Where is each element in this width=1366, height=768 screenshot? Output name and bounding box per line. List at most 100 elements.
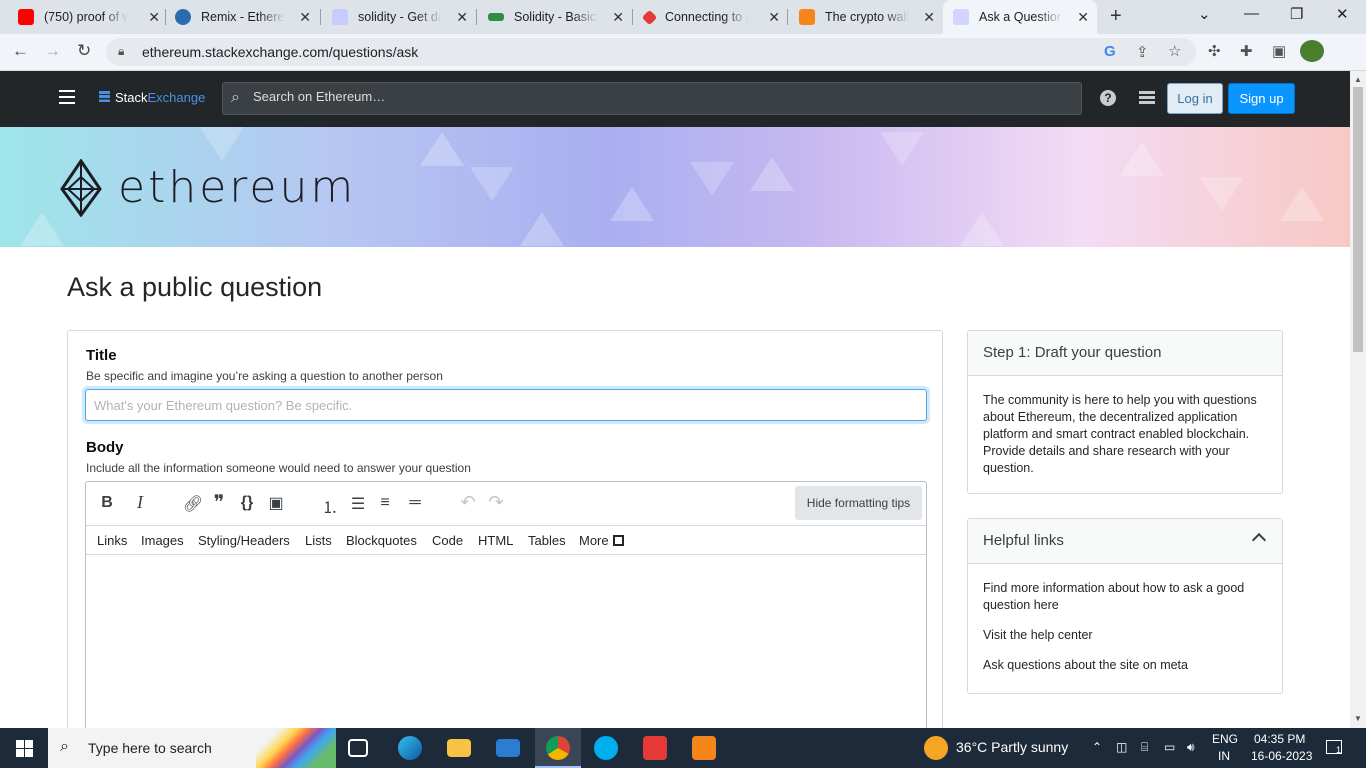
heading-icon[interactable]: ≡ [374, 494, 396, 512]
language-top[interactable]: ENG [1212, 732, 1238, 746]
site-search[interactable]: ⌕ [222, 82, 1082, 115]
anydesk-icon[interactable] [643, 736, 667, 760]
close-tab-icon[interactable]: ✕ [612, 9, 624, 26]
share-icon[interactable]: ⇪ [1136, 43, 1149, 61]
browser-tab-active[interactable]: Ask a Question - Ethereum ✕ [943, 0, 1097, 34]
address-bar[interactable]: 🔒︎ ethereum.stackexchange.com/questions/… [106, 38, 1196, 66]
mail-icon[interactable] [496, 739, 520, 757]
battery-icon[interactable]: ▭ [1164, 740, 1175, 754]
stackexchange-logo[interactable]: StackExchange [99, 90, 205, 105]
file-explorer-icon[interactable] [447, 739, 471, 757]
close-tab-icon[interactable]: ✕ [768, 9, 780, 26]
browser-tab[interactable]: Remix - Ethereum IDE ✕ [165, 0, 319, 34]
minimize-icon[interactable]: — [1244, 5, 1259, 22]
skype-icon[interactable] [594, 736, 618, 760]
browser-tab[interactable]: Connecting to a Blockchain ✕ [634, 0, 788, 34]
restore-icon[interactable]: ❐ [1290, 5, 1303, 23]
italic-icon[interactable]: I [129, 492, 151, 513]
tip-styling[interactable]: Styling/Headers [198, 533, 290, 548]
search-input[interactable] [253, 89, 1053, 104]
puzzle-icon[interactable]: ✚ [1240, 42, 1253, 60]
tip-more[interactable]: More [579, 533, 624, 548]
horizontal-rule-icon[interactable]: ═ [404, 494, 426, 512]
link-icon[interactable]: 🔗︎ [182, 494, 204, 514]
url-text[interactable]: ethereum.stackexchange.com/questions/ask [142, 44, 418, 60]
question-form: Title Be specific and imagine you’re ask… [67, 330, 943, 750]
blockquote-icon[interactable]: ❞ [208, 490, 230, 515]
chevron-up-icon[interactable] [1251, 532, 1267, 548]
clock-time[interactable]: 04:35 PM [1254, 732, 1305, 746]
tab-title: Remix - Ethereum IDE [201, 10, 285, 24]
profile-avatar[interactable] [1300, 40, 1324, 62]
tip-links[interactable]: Links [97, 533, 127, 548]
close-window-icon[interactable]: ✕ [1336, 5, 1349, 23]
forward-arrow-icon[interactable]: → [44, 41, 61, 61]
body-editor[interactable]: B I 🔗︎ ❞ {} ▣ ⒈ ☰ ≡ ═ ↶ ↷ Hide formattin… [85, 481, 927, 741]
clock-date[interactable]: 16-06-2023 [1251, 749, 1312, 763]
help-icon[interactable]: ? [1100, 90, 1116, 106]
link-how-to-ask[interactable]: Find more information about how to ask a… [983, 580, 1267, 614]
site-switcher-icon[interactable] [1139, 91, 1155, 105]
task-view-icon[interactable] [348, 739, 368, 757]
volume-icon[interactable]: 🔊︎ [1187, 740, 1195, 755]
signup-button[interactable]: Sign up [1228, 83, 1295, 114]
network-icon[interactable]: ⌸ [1141, 740, 1148, 755]
title-input[interactable] [85, 389, 927, 421]
chevron-up-icon[interactable]: ⌃ [1092, 740, 1102, 754]
close-tab-icon[interactable]: ✕ [1077, 9, 1089, 26]
page-title: Ask a public question [67, 272, 323, 302]
lock-icon[interactable]: 🔒︎ [118, 44, 124, 59]
page-scrollbar[interactable]: ▲ ▼ [1350, 71, 1366, 728]
extension-icon[interactable]: ✣ [1208, 42, 1221, 60]
body-textarea[interactable] [86, 556, 926, 740]
code-icon[interactable]: {} [236, 494, 258, 512]
browser-tab[interactable]: (750) proof of work ✕ [8, 0, 168, 34]
scroll-down-icon[interactable]: ▼ [1354, 714, 1362, 723]
link-meta[interactable]: Ask questions about the site on meta [983, 657, 1267, 674]
meet-now-icon[interactable]: ◫ [1116, 740, 1127, 754]
scroll-thumb[interactable] [1353, 87, 1363, 352]
browser-tab[interactable]: solidity - Get data ✕ [322, 0, 476, 34]
taskbar-search[interactable]: ⌕ Type here to search [48, 728, 336, 768]
redo-icon[interactable]: ↷ [485, 492, 507, 513]
image-icon[interactable]: ▣ [265, 493, 287, 513]
tip-code[interactable]: Code [432, 533, 463, 548]
edge-icon[interactable] [398, 736, 422, 760]
formatting-tips-bar: Links Images Styling/Headers Lists Block… [86, 526, 926, 555]
reload-icon[interactable]: ↻ [77, 41, 91, 61]
hamburger-menu-icon[interactable] [59, 90, 75, 106]
back-arrow-icon[interactable]: ← [12, 41, 29, 61]
chrome-taskbar-button[interactable] [535, 728, 581, 768]
close-tab-icon[interactable]: ✕ [299, 9, 311, 26]
metamask-taskbar-icon[interactable] [692, 736, 716, 760]
close-tab-icon[interactable]: ✕ [923, 9, 935, 26]
bookmark-star-icon[interactable]: ☆ [1168, 42, 1181, 60]
side-panel-icon[interactable]: ▣ [1272, 42, 1286, 60]
tip-html[interactable]: HTML [478, 533, 513, 548]
new-tab-button[interactable]: + [1110, 5, 1122, 28]
notification-icon[interactable]: 1 [1326, 740, 1342, 755]
windows-start-icon[interactable] [16, 740, 33, 757]
scroll-up-icon[interactable]: ▲ [1354, 75, 1362, 84]
language-bottom[interactable]: IN [1218, 749, 1230, 763]
tab-search-icon[interactable]: ⌄ [1198, 5, 1211, 23]
numbered-list-icon[interactable]: ⒈ [319, 494, 341, 518]
browser-tab[interactable]: The crypto wallet ✕ [789, 0, 943, 34]
google-icon[interactable]: G [1104, 43, 1116, 60]
undo-icon[interactable]: ↶ [457, 492, 479, 513]
close-tab-icon[interactable]: ✕ [148, 9, 160, 26]
tip-tables[interactable]: Tables [528, 533, 566, 548]
helpful-links-header[interactable]: Helpful links [968, 519, 1282, 564]
bold-icon[interactable]: B [96, 494, 118, 512]
tip-images[interactable]: Images [141, 533, 184, 548]
bulleted-list-icon[interactable]: ☰ [347, 494, 369, 514]
hide-formatting-tips-button[interactable]: Hide formatting tips [795, 486, 922, 520]
weather-text[interactable]: 36°C Partly sunny [956, 739, 1068, 755]
tip-blockquotes[interactable]: Blockquotes [346, 533, 417, 548]
login-button[interactable]: Log in [1167, 83, 1223, 114]
weather-icon[interactable] [924, 736, 948, 760]
tip-lists[interactable]: Lists [305, 533, 332, 548]
browser-tab[interactable]: Solidity - Basics of ✕ [478, 0, 632, 34]
close-tab-icon[interactable]: ✕ [456, 9, 468, 26]
link-help-center[interactable]: Visit the help center [983, 627, 1267, 644]
